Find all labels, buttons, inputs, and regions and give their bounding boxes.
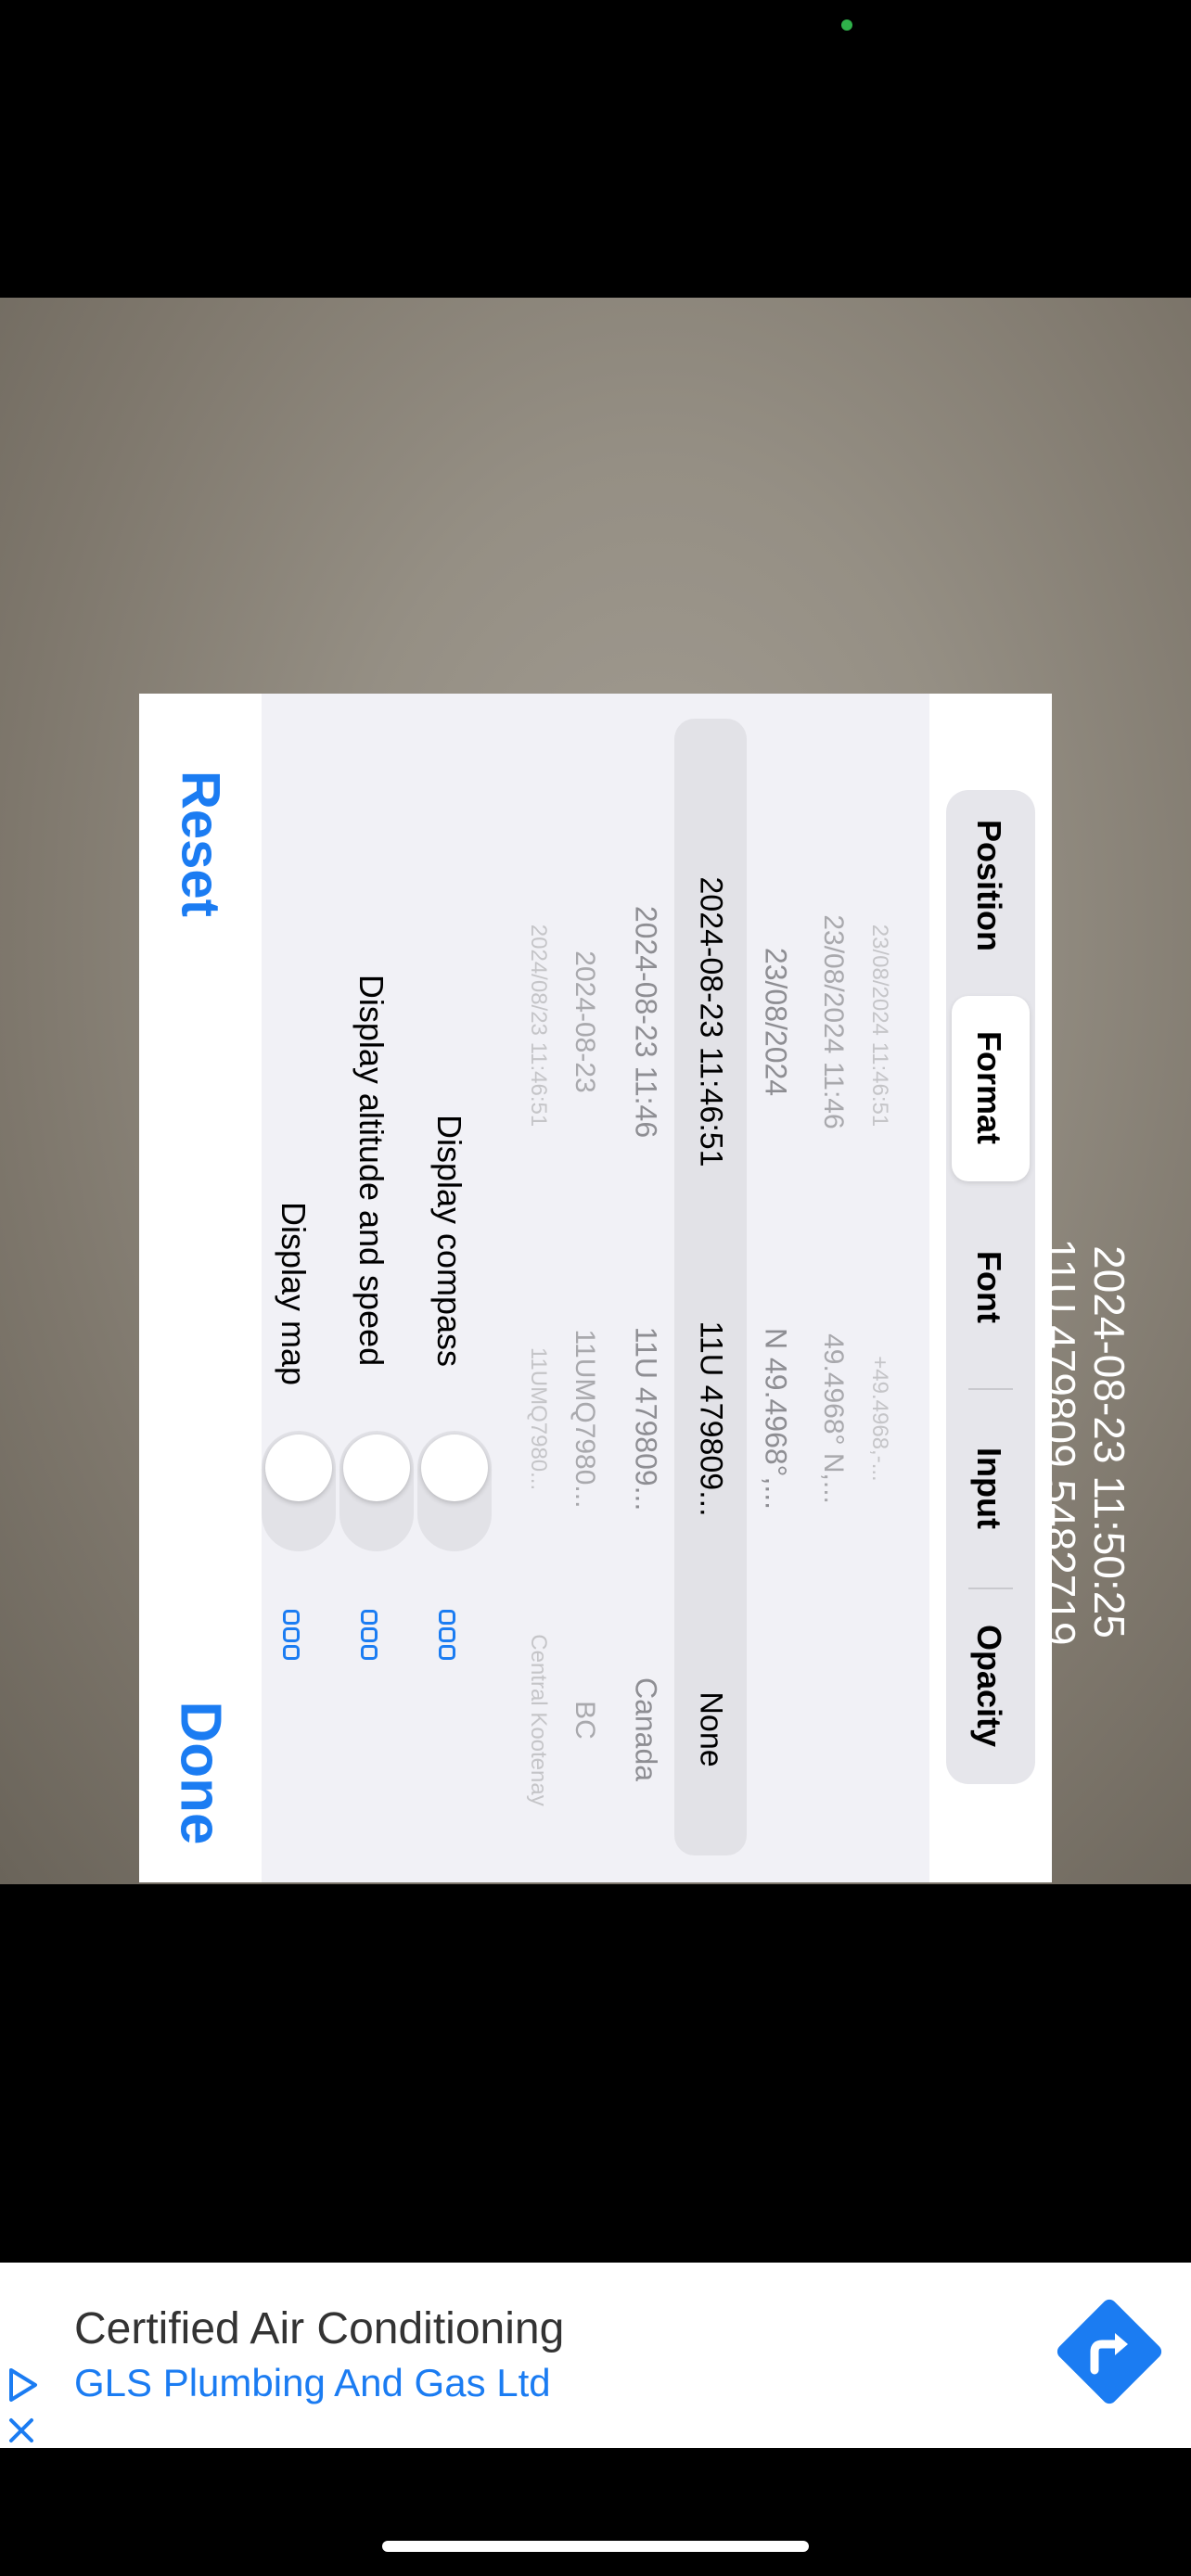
ad-title[interactable]: Certified Air Conditioning	[74, 2303, 564, 2354]
tab-opacity[interactable]: Opacity	[969, 1625, 1008, 1747]
format-row-date[interactable]: 2024-08-23	[569, 950, 600, 1092]
tab-input[interactable]: Input	[969, 1447, 1008, 1529]
display-map-toggle[interactable]	[262, 1431, 336, 1551]
close-ad-icon[interactable]	[7, 2417, 35, 2444]
format-row-location[interactable]: Canada	[629, 1677, 663, 1781]
done-button[interactable]: Done	[168, 1702, 234, 1845]
format-row-date[interactable]: 23/08/2024 11:46:51	[866, 925, 892, 1127]
display-altitude-speed-toggle[interactable]	[339, 1431, 414, 1551]
reset-button[interactable]: Reset	[170, 771, 232, 917]
camera-indicator-dot	[841, 19, 852, 31]
map-style-icon[interactable]	[283, 1610, 303, 1675]
toggle-knob	[421, 1435, 488, 1501]
adchoices-icon[interactable]	[6, 2366, 41, 2404]
format-row-date[interactable]: 23/08/2024	[759, 948, 793, 1096]
directions-icon[interactable]	[1054, 2296, 1165, 2407]
format-row-position[interactable]: 49.4968° N,...	[817, 1333, 849, 1504]
display-compass-label: Display compass	[430, 1114, 468, 1368]
format-row-location[interactable]: BC	[569, 1701, 600, 1740]
display-compass-toggle[interactable]	[417, 1431, 492, 1551]
format-row-position[interactable]: +49.4968,-...	[866, 1356, 892, 1481]
tab-format[interactable]: Format	[969, 1031, 1008, 1144]
altitude-speed-style-icon[interactable]	[361, 1610, 381, 1675]
format-row-position[interactable]: 11U 479809...	[629, 1327, 663, 1511]
tab-divider	[968, 1388, 1013, 1390]
ad-banner[interactable]: Certified Air Conditioning GLS Plumbing …	[0, 2263, 1191, 2448]
display-altitude-speed-label: Display altitude and speed	[352, 974, 391, 1367]
tab-font[interactable]: Font	[969, 1251, 1008, 1323]
format-row-date[interactable]: 2024/08/23 11:46:51	[525, 925, 551, 1127]
toggle-knob	[265, 1435, 332, 1501]
home-indicator[interactable]	[382, 2541, 809, 2552]
format-row-position[interactable]: 11UMQ7980...	[569, 1330, 600, 1509]
format-row-location[interactable]: None	[693, 1691, 729, 1766]
format-row-date[interactable]: 2024-08-23 11:46	[629, 906, 663, 1138]
overlay-timestamp: 2024-08-23 11:50:25	[1085, 1245, 1133, 1639]
tab-position[interactable]: Position	[969, 820, 1008, 951]
format-row-location[interactable]: Central Kootenay	[525, 1634, 551, 1805]
toggle-knob	[343, 1435, 410, 1501]
compass-style-icon[interactable]	[439, 1610, 459, 1675]
format-row-date[interactable]: 23/08/2024 11:46	[817, 914, 849, 1129]
format-row-date[interactable]: 2024-08-23 11:46:51	[693, 876, 729, 1167]
format-row-position[interactable]: 11U 479809...	[693, 1320, 729, 1516]
format-row-position[interactable]: 11UMQ7980...	[525, 1347, 551, 1490]
tab-divider	[968, 1588, 1013, 1589]
ad-advertiser[interactable]: GLS Plumbing And Gas Ltd	[74, 2361, 551, 2405]
display-map-label: Display map	[275, 1201, 313, 1386]
format-row-position[interactable]: N 49.4968°,...	[759, 1328, 793, 1510]
